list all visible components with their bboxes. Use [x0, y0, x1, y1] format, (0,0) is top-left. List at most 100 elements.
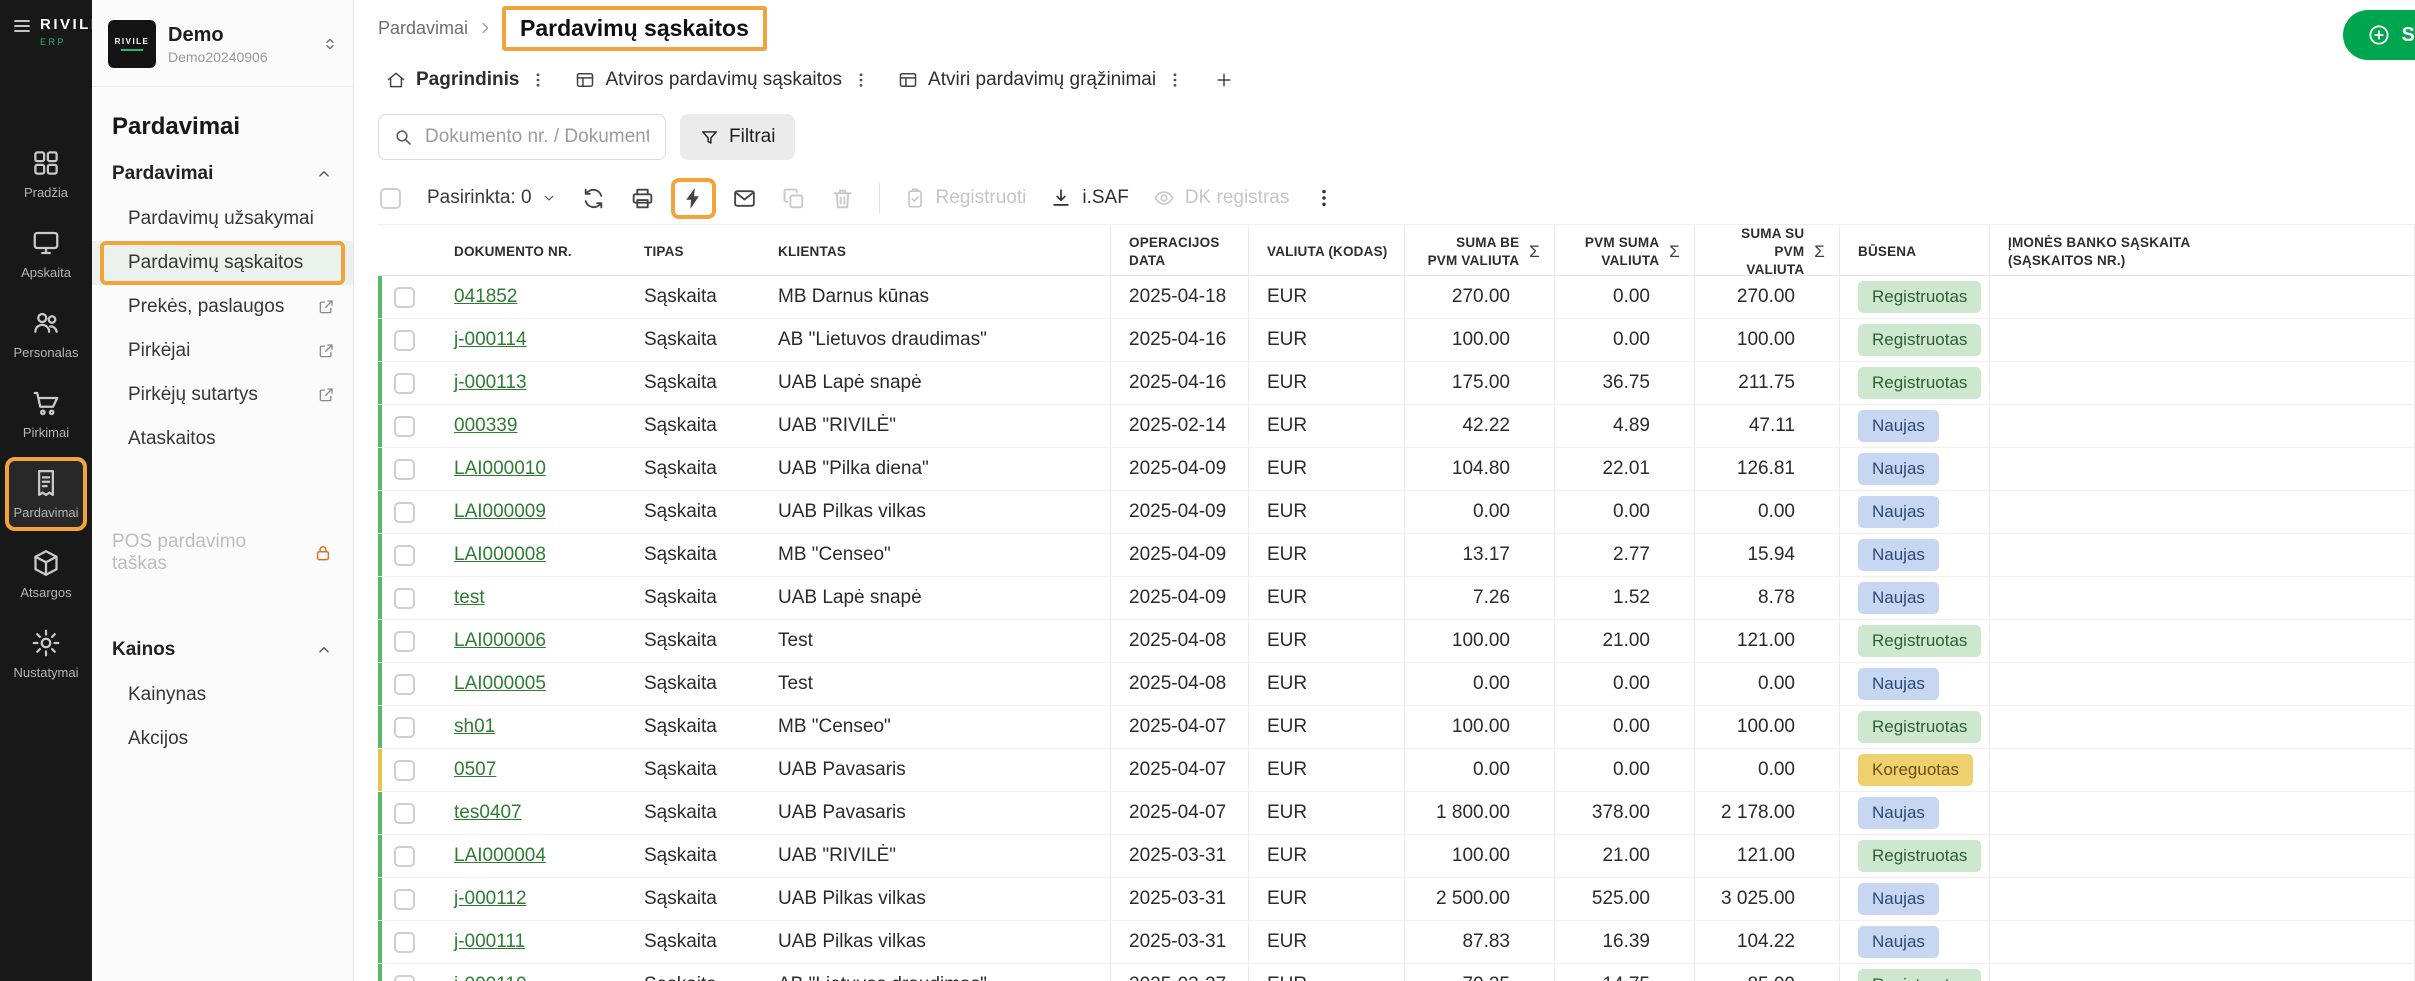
table-row[interactable]: tes0407 Sąskaita UAB Pavasaris 2025-04-0… — [378, 792, 2415, 835]
menu-icon[interactable] — [12, 16, 32, 36]
invoice-number-link[interactable]: j-000114 — [454, 329, 527, 351]
column-imones-banko-saskaita[interactable]: ĮMONĖS BANKO SĄSKAITA (SĄSKAITOS NR.) — [1989, 225, 2415, 280]
invoice-number-link[interactable]: sh01 — [454, 716, 495, 738]
app-logo[interactable]: RIVILE ERP — [0, 0, 92, 47]
invoice-number-link[interactable]: test — [454, 587, 485, 609]
column-pvm-suma[interactable]: PVM SUMA VALIUTA Σ — [1554, 225, 1694, 280]
table-row[interactable]: LAI000005 Sąskaita Test 2025-04-08 EUR 0… — [378, 663, 2415, 706]
table-row[interactable]: 000339 Sąskaita UAB "RIVILĖ" 2025-02-14 … — [378, 405, 2415, 448]
sidebar-item[interactable]: Prekės, paslaugos — [92, 285, 353, 329]
table-row[interactable]: j-000114 Sąskaita AB "Lietuvos draudimas… — [378, 319, 2415, 362]
tab-pagrindinis[interactable]: Pagrindinis — [374, 60, 559, 100]
copy-button[interactable] — [781, 186, 806, 211]
rail-item-cube[interactable]: Atsargos — [7, 539, 85, 609]
row-checkbox[interactable] — [394, 502, 415, 523]
invoice-number-link[interactable]: 0507 — [454, 759, 496, 781]
column-suma-be-pvm[interactable]: SUMA BE PVM VALIUTA Σ — [1404, 225, 1554, 280]
row-checkbox[interactable] — [394, 717, 415, 738]
row-checkbox[interactable] — [394, 889, 415, 910]
invoice-number-link[interactable]: LAI000006 — [454, 630, 546, 652]
sum-icon[interactable]: Σ — [1814, 241, 1825, 264]
row-checkbox[interactable] — [394, 330, 415, 351]
sidebar-item-pos[interactable]: POS pardavimo taškas — [92, 517, 353, 589]
row-checkbox[interactable] — [394, 373, 415, 394]
tab-menu-icon[interactable] — [529, 71, 547, 89]
add-tab-button[interactable] — [1200, 62, 1248, 98]
row-checkbox[interactable] — [394, 588, 415, 609]
breadcrumb-parent[interactable]: Pardavimai — [378, 18, 468, 39]
account-switcher[interactable]: RIVILE Demo Demo20240906 — [92, 0, 353, 87]
column-operacijos-data[interactable]: OPERACIJOS DATA — [1110, 225, 1248, 280]
row-checkbox[interactable] — [394, 674, 415, 695]
table-row[interactable]: LAI000008 Sąskaita MB "Censeo" 2025-04-0… — [378, 534, 2415, 577]
row-checkbox[interactable] — [394, 846, 415, 867]
row-checkbox[interactable] — [394, 631, 415, 652]
sidebar-item[interactable]: Pirkėjai — [92, 329, 353, 373]
create-invoice-button[interactable]: Su — [2343, 10, 2415, 60]
invoice-number-link[interactable]: tes0407 — [454, 802, 522, 824]
email-button[interactable] — [732, 186, 757, 211]
table-row[interactable]: test Sąskaita UAB Lapė snapė 2025-04-09 … — [378, 577, 2415, 620]
column-valiuta[interactable]: VALIUTA (KODAS) — [1248, 225, 1404, 280]
column-dokumento-nr[interactable]: DOKUMENTO NR. — [436, 225, 626, 280]
dk-register-button[interactable]: DK registras — [1153, 187, 1290, 209]
row-checkbox[interactable] — [394, 287, 415, 308]
search-input[interactable] — [423, 125, 651, 149]
invoice-number-link[interactable]: LAI000008 — [454, 544, 546, 566]
row-checkbox[interactable] — [394, 975, 415, 981]
sidebar-item[interactable]: Pardavimų sąskaitos — [92, 241, 353, 285]
sidebar-item[interactable]: Kainynas — [92, 673, 353, 717]
sidebar-item[interactable]: Ataskaitos — [92, 417, 353, 461]
row-checkbox[interactable] — [394, 803, 415, 824]
column-klientas[interactable]: KLIENTAS — [760, 225, 1110, 280]
row-checkbox[interactable] — [394, 932, 415, 953]
refresh-button[interactable] — [581, 186, 606, 211]
selected-count-dropdown[interactable]: Pasirinkta: 0 — [427, 187, 557, 209]
table-row[interactable]: j-000113 Sąskaita UAB Lapė snapė 2025-04… — [378, 362, 2415, 405]
rail-item-cart[interactable]: Pirkimai — [7, 379, 85, 449]
invoice-number-link[interactable]: LAI000004 — [454, 845, 546, 867]
register-button[interactable]: Registruoti — [904, 187, 1027, 209]
invoice-number-link[interactable]: j-000112 — [454, 888, 527, 910]
more-options-icon[interactable] — [1313, 187, 1335, 209]
table-row[interactable]: j-000110 Sąskaita AB "Lietuvos draudimas… — [378, 964, 2415, 981]
sidebar-group-pardavimai-header[interactable]: Pardavimai — [92, 149, 353, 197]
table-row[interactable]: j-000112 Sąskaita UAB Pilkas vilkas 2025… — [378, 878, 2415, 921]
table-row[interactable]: LAI000006 Sąskaita Test 2025-04-08 EUR 1… — [378, 620, 2415, 663]
column-busena[interactable]: BŪSENA — [1839, 225, 1989, 280]
sum-icon[interactable]: Σ — [1529, 241, 1540, 264]
row-checkbox[interactable] — [394, 545, 415, 566]
table-row[interactable]: sh01 Sąskaita MB "Censeo" 2025-04-07 EUR… — [378, 706, 2415, 749]
table-row[interactable]: j-000111 Sąskaita UAB Pilkas vilkas 2025… — [378, 921, 2415, 964]
print-button[interactable] — [630, 186, 655, 211]
rail-item-monitor[interactable]: Apskaita — [7, 219, 85, 289]
rail-item-grid[interactable]: Pradžia — [7, 139, 85, 209]
table-row[interactable]: LAI000009 Sąskaita UAB Pilkas vilkas 202… — [378, 491, 2415, 534]
column-suma-su-pvm[interactable]: SUMA SU PVM VALIUTA Σ — [1694, 225, 1839, 280]
column-tipas[interactable]: TIPAS — [626, 225, 760, 280]
delete-button[interactable] — [830, 186, 855, 211]
rail-item-gear[interactable]: Nustatymai — [7, 619, 85, 689]
sidebar-item[interactable]: Akcijos — [92, 717, 353, 761]
invoice-number-link[interactable]: j-000110 — [454, 974, 527, 981]
row-checkbox[interactable] — [394, 459, 415, 480]
sidebar-item[interactable]: Pardavimų užsakymai — [92, 197, 353, 241]
select-all-checkbox[interactable] — [380, 188, 401, 209]
table-row[interactable]: 041852 Sąskaita MB Darnus kūnas 2025-04-… — [378, 276, 2415, 319]
table-row[interactable]: 0507 Sąskaita UAB Pavasaris 2025-04-07 E… — [378, 749, 2415, 792]
sidebar-group-kainos-header[interactable]: Kainos — [92, 625, 353, 673]
invoice-number-link[interactable]: j-000113 — [454, 372, 527, 394]
row-checkbox[interactable] — [394, 416, 415, 437]
invoice-number-link[interactable]: j-000111 — [454, 931, 525, 953]
tab-menu-icon[interactable] — [1166, 71, 1184, 89]
invoice-number-link[interactable]: 000339 — [454, 415, 517, 437]
isaf-export-button[interactable]: i.SAF — [1050, 187, 1128, 209]
tab-atviri-pardavimu-grazinimai[interactable]: Atviri pardavimų grąžinimai — [886, 60, 1196, 100]
rail-item-invoice[interactable]: Pardavimai — [7, 459, 85, 529]
table-row[interactable]: LAI000004 Sąskaita UAB "RIVILĖ" 2025-03-… — [378, 835, 2415, 878]
invoice-number-link[interactable]: LAI000009 — [454, 501, 546, 523]
tab-atviros-pardavimu-saskaitos[interactable]: Atviros pardavimų sąskaitos — [563, 60, 882, 100]
rail-item-people[interactable]: Personalas — [7, 299, 85, 369]
sum-icon[interactable]: Σ — [1669, 241, 1680, 264]
row-checkbox[interactable] — [394, 760, 415, 781]
